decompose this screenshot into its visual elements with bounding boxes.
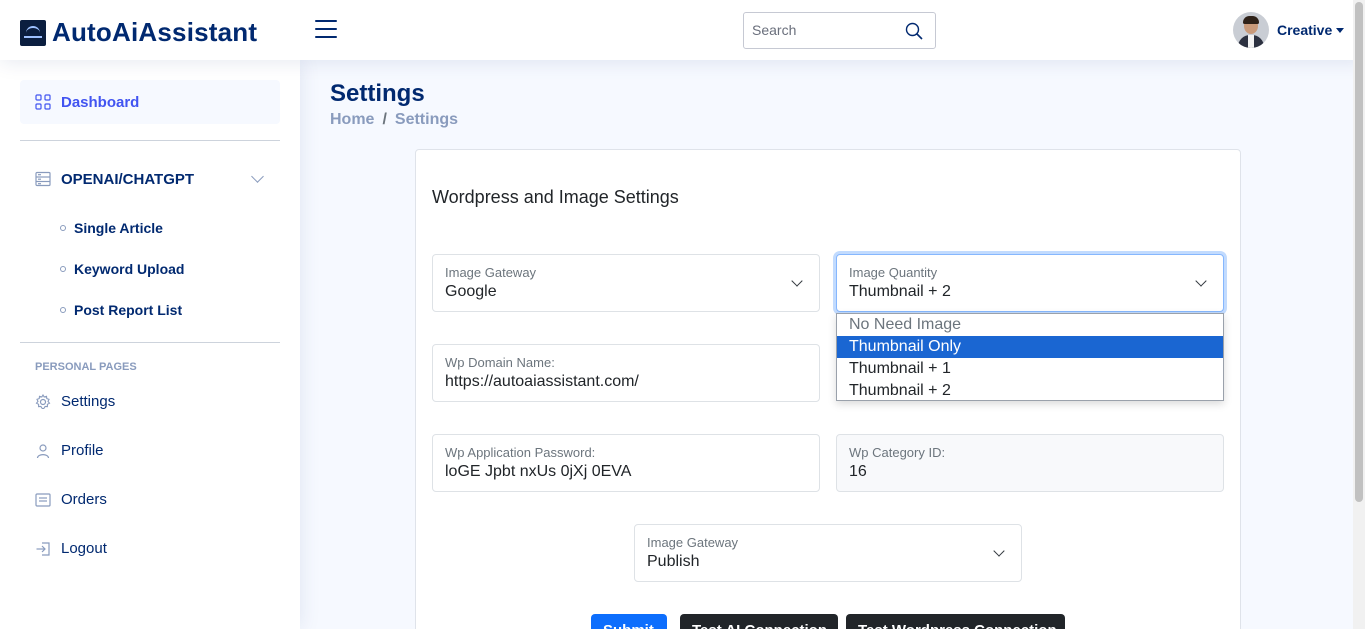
server-icon <box>35 171 51 187</box>
dropdown-option[interactable]: No Need Image <box>837 314 1223 336</box>
sidebar-subitem-single-article[interactable]: Single Article <box>20 207 280 248</box>
card-title: Wordpress and Image Settings <box>432 187 679 207</box>
sidebar-subitem-keyword-upload[interactable]: Keyword Upload <box>20 248 280 289</box>
sidebar-subitem-label: Single Article <box>74 219 163 236</box>
test-wordpress-connection-button[interactable]: Test Wordpress Connection <box>846 614 1065 629</box>
search-input[interactable] <box>752 22 892 38</box>
sidebar-item-label: Orders <box>61 491 107 508</box>
dropdown-option[interactable]: Thumbnail + 1 <box>837 358 1223 380</box>
sidebar-item-label: OPENAI/CHATGPT <box>61 170 195 188</box>
logo[interactable]: AutoAiAssistant <box>20 17 257 48</box>
circle-icon <box>60 306 66 313</box>
breadcrumb-separator: / <box>382 111 387 128</box>
sidebar-item-label: Profile <box>61 442 104 459</box>
sidebar-item-settings[interactable]: Settings <box>20 377 280 426</box>
gear-icon <box>35 393 51 409</box>
field-value: https://autoaiassistant.com/ <box>445 373 639 390</box>
top-header: AutoAiAssistant Creative <box>0 0 1365 60</box>
breadcrumb: Home / Settings <box>330 111 458 129</box>
submit-button[interactable]: Submit <box>591 614 667 629</box>
publish-gateway-select[interactable]: Image Gateway Publish <box>634 524 1022 582</box>
field-label: Wp Domain Name: <box>445 355 555 370</box>
chevron-down-icon <box>993 545 1005 557</box>
sidebar-item-label: Dashboard <box>61 93 140 111</box>
field-label: Wp Application Password: <box>445 445 596 460</box>
sidebar-subitem-post-report-list[interactable]: Post Report List <box>20 289 280 330</box>
nav-heading: PERSONAL PAGES <box>35 361 137 373</box>
list-icon <box>35 492 51 507</box>
person-icon <box>36 443 50 458</box>
field-value: Publish <box>647 553 700 570</box>
logo-icon <box>20 19 46 46</box>
sidebar-divider <box>20 342 280 343</box>
page-title: Settings <box>330 80 425 107</box>
profile-name: Creative <box>1277 22 1333 38</box>
field-value: 16 <box>849 463 867 480</box>
chevron-down-icon <box>1195 275 1207 287</box>
sidebar-subitem-label: Keyword Upload <box>74 260 185 277</box>
page-scrollbar[interactable] <box>1353 0 1365 629</box>
dropdown-option[interactable]: Thumbnail + 2 <box>837 380 1223 402</box>
wp-domain-field[interactable]: Wp Domain Name: https://autoaiassistant.… <box>432 344 820 402</box>
sidebar-item-dashboard[interactable]: Dashboard <box>20 80 280 124</box>
field-value: Thumbnail + 2 <box>849 283 951 300</box>
avatar <box>1233 12 1269 48</box>
grid-icon <box>35 94 51 110</box>
app-name: AutoAiAssistant <box>52 17 258 47</box>
field-label: Image Gateway <box>445 265 537 280</box>
sidebar-subitem-label: Post Report List <box>74 301 183 318</box>
sidebar-item-openai[interactable]: OPENAI/CHATGPT <box>20 157 280 201</box>
field-value: loGE Jpbt nxUs 0jXj 0EVA <box>445 463 632 480</box>
sidebar-item-logout[interactable]: Logout <box>20 524 280 573</box>
profile-menu[interactable]: Creative <box>1233 12 1345 48</box>
search-icon[interactable] <box>905 22 923 40</box>
breadcrumb-current: Settings <box>394 111 459 128</box>
caret-down-icon <box>1336 27 1345 33</box>
logout-icon <box>36 541 50 556</box>
sidebar-item-label: Settings <box>61 393 116 410</box>
field-label: Wp Category ID: <box>849 445 946 460</box>
test-ai-connection-button[interactable]: Test AI Connection <box>680 614 838 629</box>
sidebar-item-orders[interactable]: Orders <box>20 475 280 524</box>
search-bar <box>743 12 936 49</box>
wp-password-field[interactable]: Wp Application Password: loGE Jpbt nxUs … <box>432 434 820 492</box>
breadcrumb-home-link[interactable]: Home <box>330 111 374 129</box>
sidebar-item-label: Logout <box>61 540 107 557</box>
sidebar: Dashboard OPENAI/CHATGPT Single Article … <box>0 60 300 629</box>
dropdown-option-highlighted[interactable]: Thumbnail Only <box>837 336 1223 358</box>
menu-toggle-icon[interactable] <box>315 20 337 40</box>
field-label: Image Quantity <box>849 265 938 280</box>
image-quantity-select[interactable]: Image Quantity Thumbnail + 2 <box>836 254 1224 312</box>
sidebar-divider <box>20 140 280 141</box>
image-gateway-select[interactable]: Image Gateway Google <box>432 254 820 312</box>
chevron-down-icon <box>251 170 264 183</box>
field-label: Image Gateway <box>647 535 739 550</box>
circle-icon <box>60 224 66 231</box>
image-quantity-dropdown: No Need Image Thumbnail Only Thumbnail +… <box>836 313 1224 401</box>
scrollbar-thumb[interactable] <box>1355 2 1363 502</box>
wp-category-field[interactable]: Wp Category ID: 16 <box>836 434 1224 492</box>
chevron-down-icon <box>791 275 803 287</box>
circle-icon <box>60 265 66 272</box>
sidebar-item-profile[interactable]: Profile <box>20 426 280 475</box>
field-value: Google <box>445 283 497 300</box>
